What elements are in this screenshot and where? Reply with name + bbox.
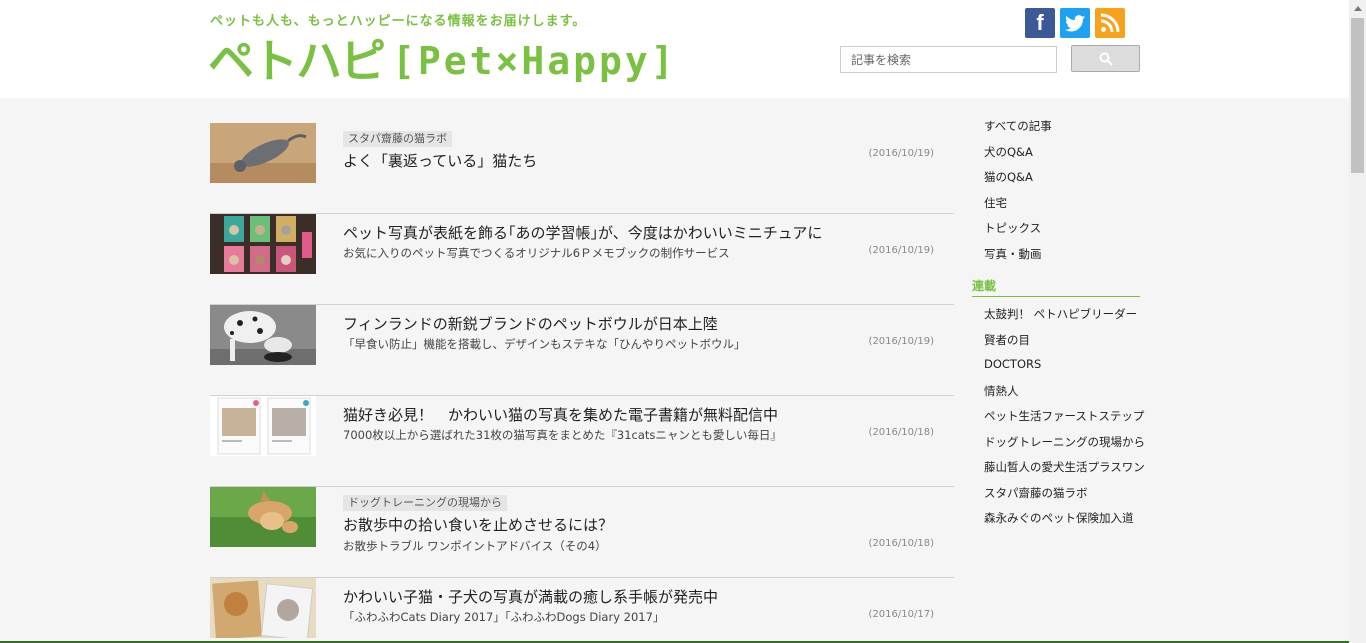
article-category-badge[interactable]: ドッグトレーニングの現場から — [343, 495, 507, 511]
article-date: (2016/10/19) — [868, 336, 934, 347]
search-button[interactable] — [1071, 45, 1140, 72]
logo-english: [Pet×Happy] — [392, 39, 677, 83]
search-icon — [1099, 52, 1113, 66]
scrollbar-thumb[interactable] — [1351, 18, 1364, 173]
article-subtitle: 7000枚以上から選ばれた31枚の猫写真をまとめた『31catsニャンとも愛しい… — [343, 428, 782, 442]
article-title[interactable]: 猫好き必見！ かわいい猫の写真を集めた電子書籍が無料配信中 — [343, 404, 778, 425]
article-category-badge[interactable]: スタパ齋藤の猫ラボ — [343, 131, 452, 147]
sidebar-series-item[interactable]: スタパ齋藤の猫ラボ — [984, 485, 1088, 501]
article-title[interactable]: ペット写真が表紙を飾る｢あの学習帳｣が、今度はかわいいミニチュアに — [343, 222, 822, 243]
sidebar-item-housing[interactable]: 住宅 — [984, 195, 1007, 211]
sidebar-series-item[interactable]: 森永みぐのペット保険加入道 — [984, 510, 1134, 526]
logo-japanese: ペトハピ — [208, 34, 386, 88]
article-item[interactable]: ドッグトレーニングの現場から お散歩中の拾い食いを止めさせるには？ お散歩トラブ… — [210, 487, 954, 578]
sidebar-series-item[interactable]: 太鼓判！ ペトハピブリーダー — [984, 306, 1137, 322]
article-thumbnail[interactable] — [210, 578, 316, 638]
sidebar-item-photo-video[interactable]: 写真・動画 — [984, 246, 1042, 262]
article-item[interactable]: フィンランドの新鋭ブランドのペットボウルが日本上陸 「早食い防止」機能を搭載し、… — [210, 305, 954, 396]
article-thumbnail[interactable] — [210, 305, 316, 365]
sidebar-series-item[interactable]: ドッグトレーニングの現場から — [984, 434, 1145, 450]
article-title[interactable]: フィンランドの新鋭ブランドのペットボウルが日本上陸 — [343, 313, 718, 334]
sidebar-series-item[interactable]: 情熱人 — [984, 383, 1019, 399]
article-subtitle: 「早食い防止」機能を搭載し、デザインもステキな「ひんやりペットボウル」 — [343, 337, 746, 351]
article-item[interactable]: 猫好き必見！ かわいい猫の写真を集めた電子書籍が無料配信中 7000枚以上から選… — [210, 396, 954, 487]
article-title[interactable]: お散歩中の拾い食いを止めさせるには？ — [343, 514, 613, 535]
rss-icon[interactable] — [1095, 8, 1125, 38]
article-title[interactable]: よく「裏返っている」猫たち — [343, 150, 537, 171]
article-subtitle: お散歩トラブル ワンポイントアドバイス（その4） — [343, 539, 607, 553]
site-tagline: ペットも人も、もっとハッピーになる情報をお届けします。 — [210, 14, 587, 29]
article-date: (2016/10/19) — [868, 245, 934, 256]
sidebar-series-item[interactable]: 藤山晳人の愛犬生活プラスワン — [984, 459, 1145, 475]
article-thumbnail[interactable] — [210, 123, 316, 183]
site-logo[interactable]: ペトハピ [Pet×Happy] — [208, 34, 677, 88]
facebook-icon[interactable]: f — [1025, 8, 1055, 38]
article-date: (2016/10/18) — [868, 427, 934, 438]
sidebar-item-cat-qa[interactable]: 猫のQ&A — [984, 169, 1033, 185]
twitter-icon[interactable] — [1060, 8, 1090, 38]
article-subtitle: 「ふわふわCats Diary 2017」「ふわふわDogs Diary 201… — [343, 610, 665, 624]
article-item[interactable]: スタパ齋藤の猫ラボ よく「裏返っている」猫たち (2016/10/19) — [210, 123, 954, 214]
article-date: (2016/10/18) — [868, 538, 934, 549]
sidebar-series-heading: 連載 — [972, 277, 1140, 297]
sidebar-series-item[interactable]: DOCTORS — [984, 357, 1041, 371]
article-date: (2016/10/19) — [868, 148, 934, 159]
sidebar-item-dog-qa[interactable]: 犬のQ&A — [984, 144, 1033, 160]
site-header: ペットも人も、もっとハッピーになる情報をお届けします。 ペトハピ [Pet×Ha… — [0, 0, 1349, 98]
article-title[interactable]: かわいい子猫・子犬の写真が満載の癒し系手帳が発売中 — [343, 586, 718, 607]
sidebar-series-item[interactable]: ペット生活ファーストステップ — [984, 408, 1144, 424]
scroll-up-icon[interactable] — [1349, 0, 1366, 17]
sidebar-item-topics[interactable]: トピックス — [984, 220, 1041, 236]
article-item[interactable]: ペット写真が表紙を飾る｢あの学習帳｣が、今度はかわいいミニチュアに お気に入りの… — [210, 214, 954, 305]
article-thumbnail[interactable] — [210, 396, 316, 456]
sidebar-series-item[interactable]: 賢者の目 — [984, 332, 1030, 348]
search-input[interactable] — [840, 46, 1057, 73]
article-subtitle: お気に入りのペット写真でつくるオリジナル6Ｐメモブックの制作サービス — [343, 246, 730, 260]
article-thumbnail[interactable] — [210, 214, 316, 274]
article-item[interactable]: かわいい子猫・子犬の写真が満載の癒し系手帳が発売中 「ふわふわCats Diar… — [210, 578, 954, 643]
article-thumbnail[interactable] — [210, 487, 316, 547]
article-date: (2016/10/17) — [868, 609, 934, 620]
sidebar-item-all[interactable]: すべての記事 — [984, 118, 1052, 134]
